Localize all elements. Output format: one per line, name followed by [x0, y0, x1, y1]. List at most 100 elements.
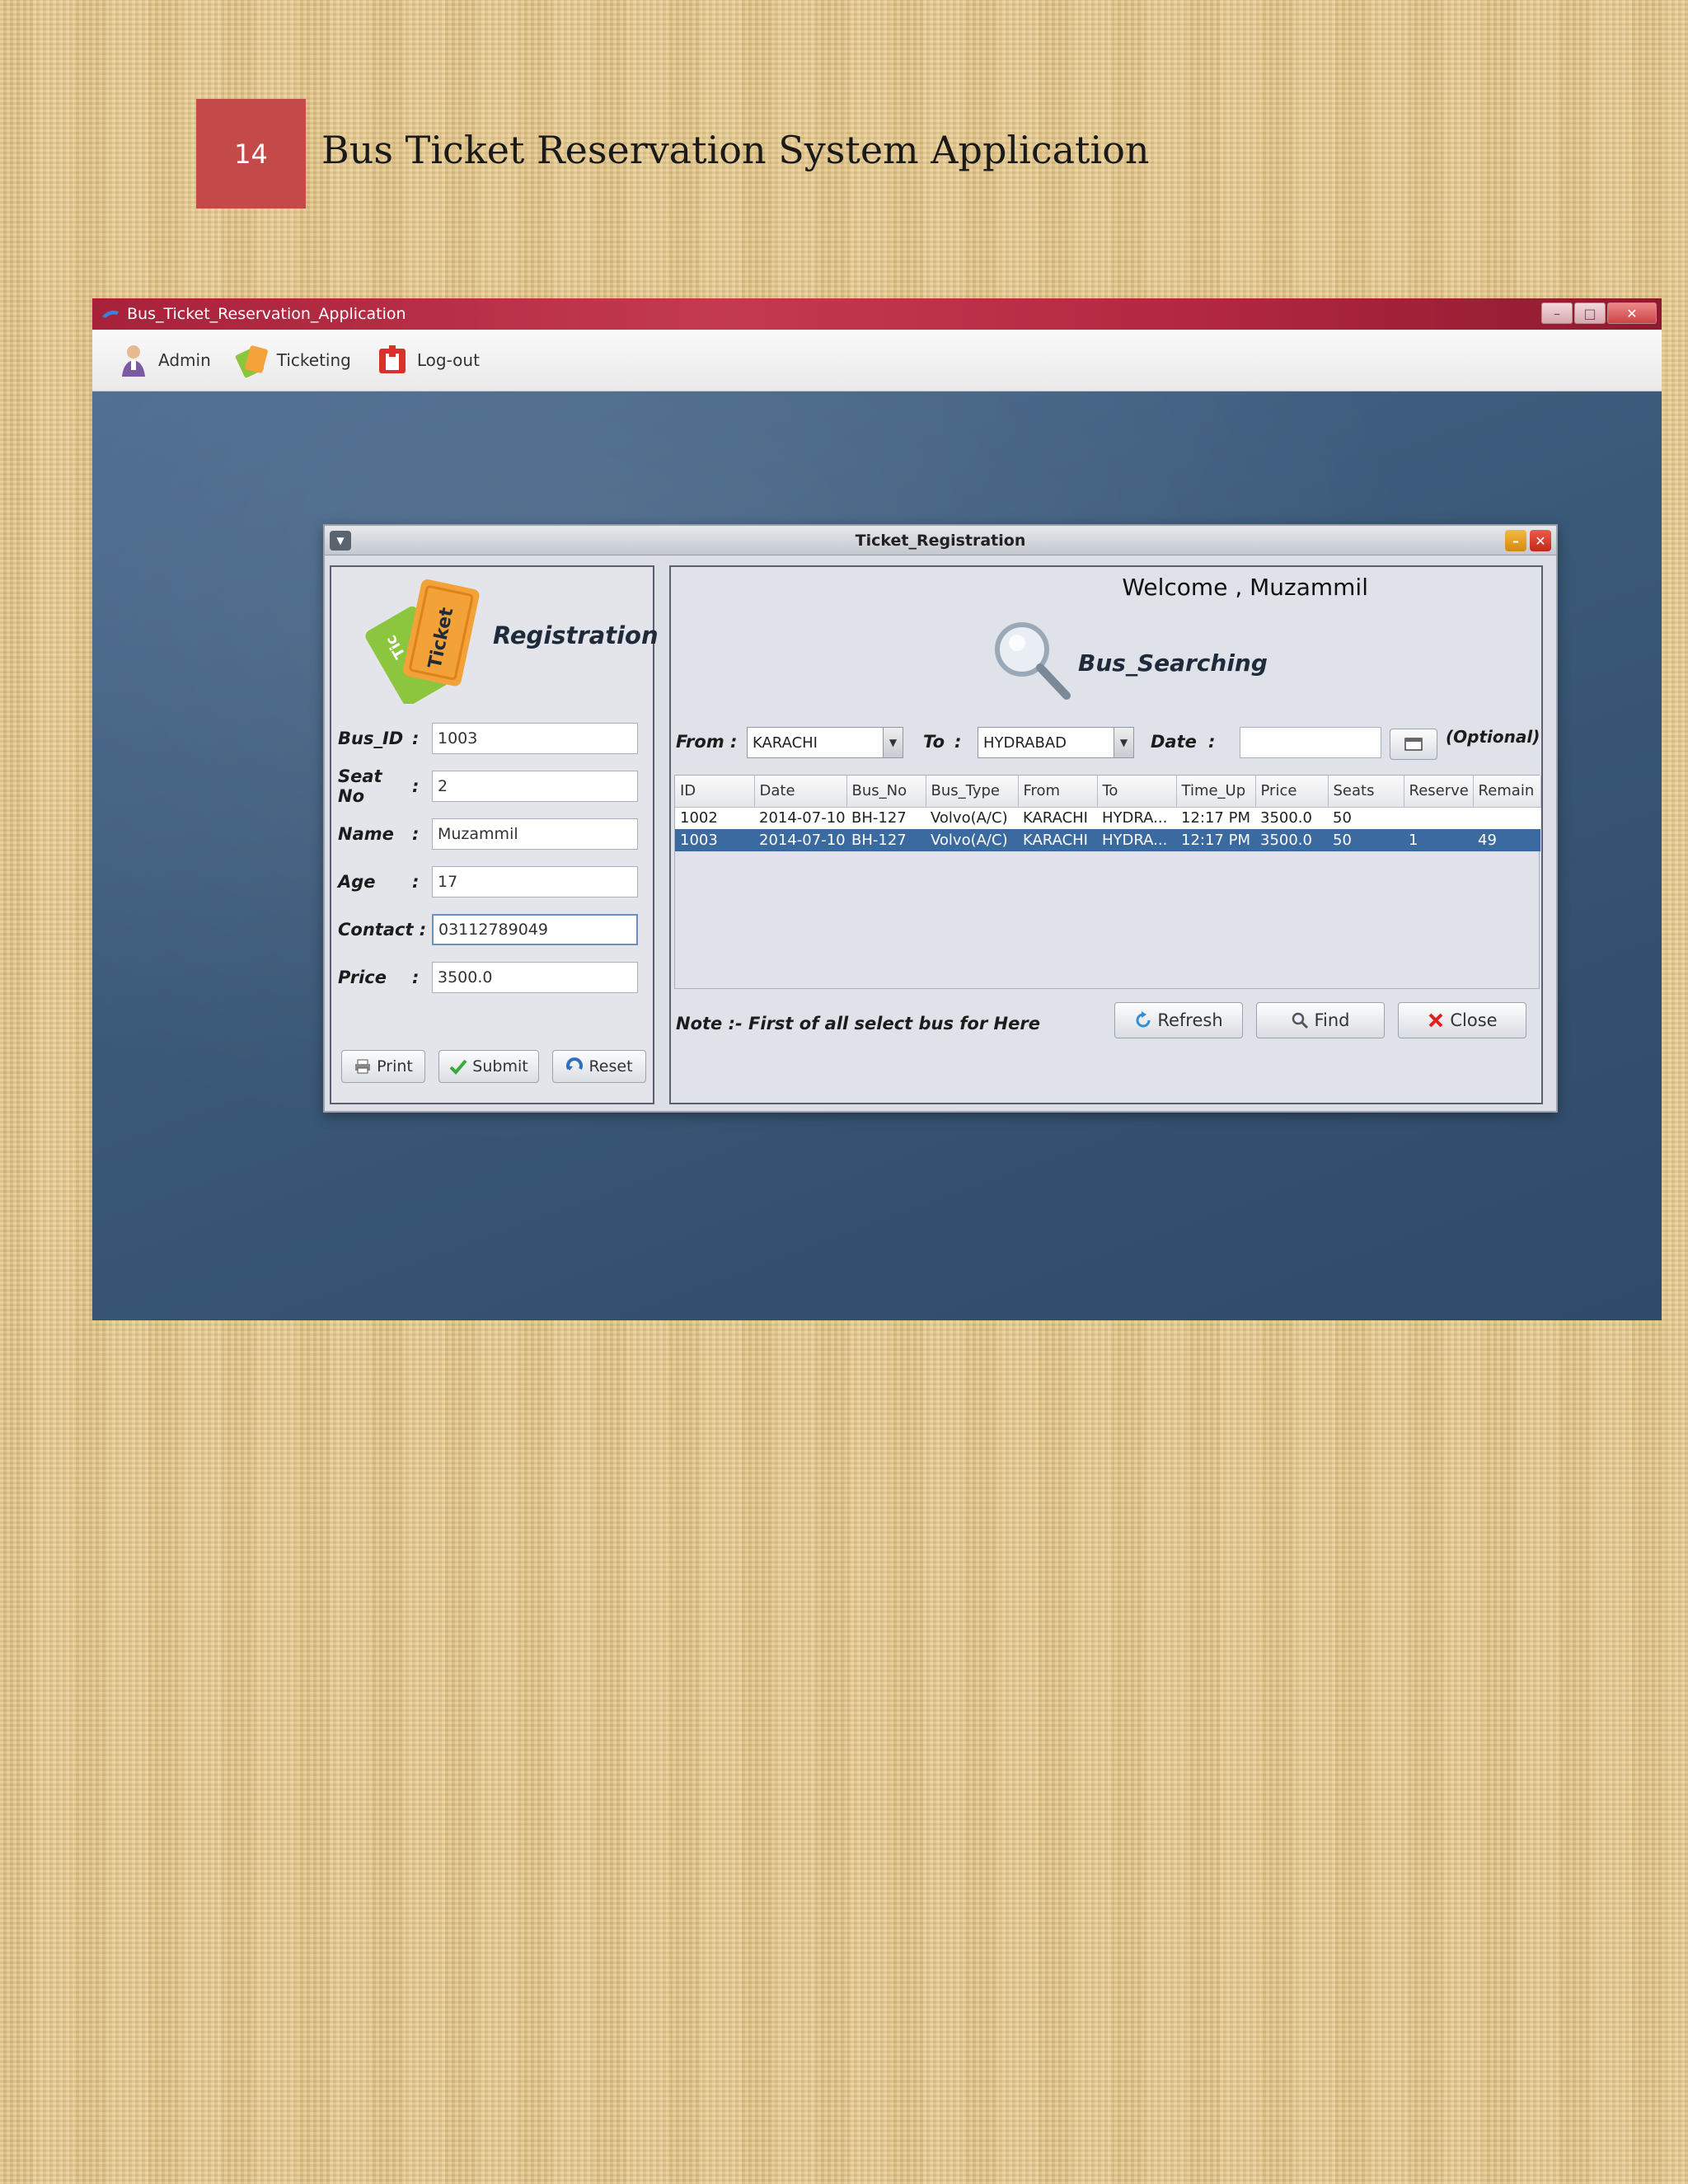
table-cell: 2014-07-10 — [754, 829, 846, 851]
find-button[interactable]: Find — [1256, 1002, 1385, 1038]
magnifier-icon — [995, 622, 1071, 700]
bus-app-icon — [102, 310, 119, 318]
table-cell: 1003 — [675, 829, 754, 851]
refresh-button[interactable]: Refresh — [1114, 1002, 1243, 1038]
admin-user-icon — [122, 345, 145, 377]
registration-heading: Registration — [493, 621, 659, 649]
menu-ticketing-label: Ticketing — [276, 350, 351, 370]
print-button[interactable]: Print — [341, 1050, 425, 1083]
table-row[interactable]: 1002 2014-07-10 BH-127 Volvo(A/C) KARACH… — [675, 807, 1540, 829]
close-window-button[interactable]: ✕ — [1607, 302, 1657, 324]
menu-item-admin[interactable]: Admin — [115, 342, 211, 378]
close-label: Close — [1450, 1010, 1498, 1030]
age-label: Age — [338, 872, 376, 892]
printer-icon — [355, 1059, 371, 1074]
chevron-down-icon[interactable]: ▼ — [1114, 728, 1133, 757]
table-cell: 1002 — [675, 807, 754, 829]
document-title: Bus Ticket Reservation System Applicatio… — [321, 128, 1150, 172]
to-select[interactable]: HYDRABAD ▼ — [978, 727, 1134, 758]
find-label: Find — [1314, 1010, 1350, 1030]
chevron-down-icon[interactable]: ▼ — [883, 728, 903, 757]
date-colon: : — [1208, 732, 1216, 752]
ticket-registration-frame: ▼ Ticket_Registration – ✕ Tic Ticket Reg… — [323, 524, 1558, 1113]
frame-close-button[interactable]: ✕ — [1530, 530, 1551, 551]
ticket-logo-icon: Tic Ticket — [365, 579, 480, 704]
submit-button[interactable]: Submit — [438, 1050, 539, 1083]
table-cell: 12:17 PM — [1176, 807, 1255, 829]
calendar-button[interactable] — [1390, 729, 1437, 760]
field-colon: : — [412, 872, 420, 892]
date-label: Date — [1151, 732, 1197, 752]
column-header-price[interactable]: Price — [1255, 776, 1329, 808]
column-header-bus-type[interactable]: Bus_Type — [926, 776, 1019, 808]
table-cell: 12:17 PM — [1176, 829, 1255, 851]
window-controls: – □ ✕ — [1541, 302, 1657, 324]
field-colon: : — [412, 729, 420, 748]
search-icon — [1292, 1012, 1309, 1029]
column-header-bus-no[interactable]: Bus_No — [846, 776, 926, 808]
reset-button[interactable]: Reset — [552, 1050, 646, 1083]
close-button[interactable]: Close — [1398, 1002, 1526, 1038]
registration-buttons: Print Submit Reset — [341, 1050, 646, 1083]
name-input[interactable]: Muzammil — [432, 818, 638, 850]
menu-item-logout[interactable]: Log-out — [374, 342, 480, 378]
frame-title-bar[interactable]: ▼ Ticket_Registration – ✕ — [325, 526, 1556, 555]
table-cell: BH-127 — [846, 807, 926, 829]
field-colon: : — [412, 824, 420, 844]
table-cell: BH-127 — [846, 829, 926, 851]
age-input[interactable]: 17 — [432, 866, 638, 898]
contact-label: Contact : — [338, 920, 427, 940]
column-header-id[interactable]: ID — [675, 776, 755, 808]
logout-icon — [378, 345, 406, 373]
table-cell: 2014-07-10 — [754, 807, 846, 829]
price-label: Price — [338, 968, 387, 987]
date-input[interactable] — [1240, 727, 1381, 758]
table-cell: 50 — [1328, 807, 1404, 829]
menu-item-ticketing[interactable]: Ticketing — [234, 342, 351, 378]
price-input[interactable]: 3500.0 — [432, 962, 638, 993]
search-filter-row: From : KARACHI ▼ To : HYDRABAD ▼ Date : … — [676, 725, 1540, 760]
column-header-from[interactable]: From — [1018, 776, 1098, 808]
frame-minimize-button[interactable]: – — [1505, 530, 1526, 551]
contact-input[interactable]: 03112789049 — [432, 914, 638, 945]
bus-id-input[interactable]: 1003 — [432, 723, 638, 754]
column-header-time-up[interactable]: Time_Up — [1176, 776, 1256, 808]
table-cell: 50 — [1328, 829, 1404, 851]
bus-results-table: ID Date Bus_No Bus_Type From To Time_Up … — [674, 775, 1541, 989]
table-cell — [1473, 807, 1540, 829]
column-header-remain[interactable]: Remain — [1473, 776, 1541, 808]
registration-panel: Tic Ticket Registration Bus_ID : 1003 Se… — [330, 565, 659, 1104]
column-header-date[interactable]: Date — [754, 776, 847, 808]
bus-search-panel: Welcome , Muzammil Bus_Searching From : … — [669, 565, 1543, 1104]
column-header-seats[interactable]: Seats — [1328, 776, 1404, 808]
field-row-name: Name : Muzammil — [338, 818, 648, 851]
app-title-bar[interactable]: Bus_Ticket_Reservation_Application – □ ✕ — [92, 298, 1662, 330]
seat-no-label: Seat No — [338, 766, 382, 806]
table-cell: 3500.0 — [1255, 807, 1328, 829]
table-cell: HYDRA... — [1097, 807, 1176, 829]
seat-no-input[interactable]: 2 — [432, 771, 638, 802]
from-label: From : — [676, 732, 738, 752]
table-cell: KARACHI — [1018, 807, 1097, 829]
app-window-title: Bus_Ticket_Reservation_Application — [127, 305, 406, 323]
page-number: 14 — [234, 138, 268, 170]
to-label: To — [923, 732, 945, 752]
table-cell: 3500.0 — [1255, 829, 1328, 851]
restore-button[interactable]: □ — [1574, 302, 1606, 324]
field-colon: : — [412, 776, 420, 796]
table-cell: HYDRA... — [1097, 829, 1176, 851]
field-row-contact: Contact : 03112789049 — [338, 913, 648, 946]
from-select[interactable]: KARACHI ▼ — [747, 727, 903, 758]
table-cell: Volvo(A/C) — [926, 807, 1018, 829]
checkmark-icon — [449, 1059, 467, 1075]
name-label: Name — [338, 824, 394, 844]
frame-menu-icon[interactable]: ▼ — [330, 531, 351, 551]
to-selected-value: HYDRABAD — [983, 733, 1067, 752]
minimize-button[interactable]: – — [1541, 302, 1573, 324]
table-row-selected[interactable]: 1003 2014-07-10 BH-127 Volvo(A/C) KARACH… — [675, 829, 1540, 851]
frame-controls: – ✕ — [1505, 530, 1551, 551]
column-header-to[interactable]: To — [1097, 776, 1177, 808]
refresh-label: Refresh — [1157, 1010, 1223, 1030]
column-header-reserve[interactable]: Reserve — [1404, 776, 1474, 808]
from-selected-value: KARACHI — [753, 733, 818, 752]
